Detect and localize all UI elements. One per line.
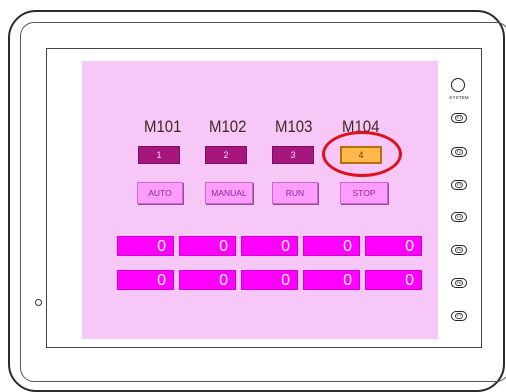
system-key-icon[interactable] <box>451 78 465 92</box>
value-box-r1c4: 0 <box>303 236 360 256</box>
f5-key[interactable]: F5 <box>451 245 467 255</box>
f2-key[interactable]: F2 <box>451 147 467 157</box>
value-box-r1c3: 0 <box>241 236 298 256</box>
value-box-r1c2: 0 <box>179 236 236 256</box>
label-m101: M101 <box>144 117 182 136</box>
run-button[interactable]: RUN <box>272 182 318 204</box>
f6-key-label: F6 <box>455 280 463 286</box>
f1-key[interactable]: F1 <box>451 113 467 123</box>
stop-button[interactable]: STOP <box>340 182 388 204</box>
button-1[interactable]: 1 <box>138 146 180 164</box>
value-box-r2c1: 0 <box>117 270 174 290</box>
f2-key-label: F2 <box>455 149 463 155</box>
f3-key[interactable]: F3 <box>451 180 467 190</box>
f1-key-label: F1 <box>455 115 463 121</box>
f5-key-label: F5 <box>455 247 463 253</box>
value-box-r2c3: 0 <box>241 270 298 290</box>
value-box-r1c1: 0 <box>117 236 174 256</box>
manual-button[interactable]: MANUAL <box>205 182 253 204</box>
f6-key[interactable]: F6 <box>451 278 467 288</box>
f7-key[interactable]: F7 <box>451 311 467 321</box>
value-box-r2c2: 0 <box>179 270 236 290</box>
f7-key-label: F7 <box>455 313 463 319</box>
label-m102: M102 <box>209 117 247 136</box>
auto-button[interactable]: AUTO <box>137 182 183 204</box>
value-box-r2c5: 0 <box>365 270 422 290</box>
label-m103: M103 <box>275 117 313 136</box>
value-box-r1c5: 0 <box>365 236 422 256</box>
button-3[interactable]: 3 <box>272 146 314 164</box>
f4-key[interactable]: F4 <box>451 212 467 222</box>
f4-key-label: F4 <box>455 214 463 220</box>
value-box-r2c4: 0 <box>303 270 360 290</box>
system-key-label: SYSTEM <box>449 95 469 100</box>
button-2[interactable]: 2 <box>205 146 247 164</box>
highlight-annotation <box>322 131 402 177</box>
status-led <box>35 299 42 306</box>
f3-key-label: F3 <box>455 182 463 188</box>
